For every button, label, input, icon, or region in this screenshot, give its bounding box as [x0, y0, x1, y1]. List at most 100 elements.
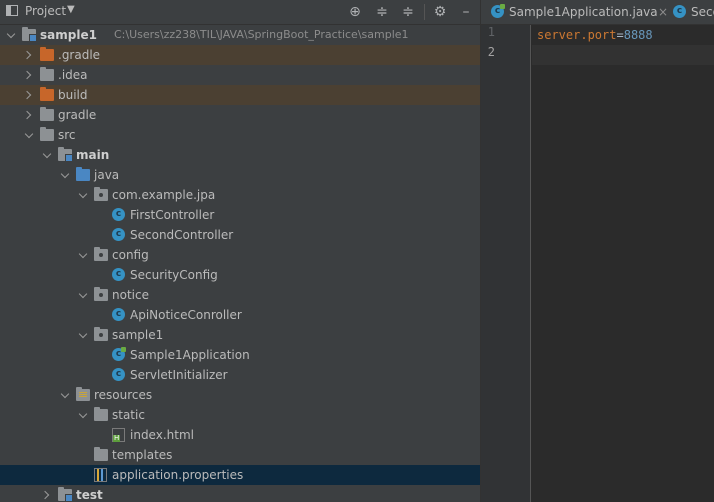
tree-item-label: main	[76, 148, 110, 162]
project-path: C:\Users\zz238\TIL\JAVA\SpringBoot_Pract…	[114, 28, 409, 41]
chevron-down-icon[interactable]	[24, 125, 36, 145]
tree-row[interactable]: java	[0, 165, 480, 185]
tree-row[interactable]: com.example.jpa	[0, 185, 480, 205]
tree-item-label: application.properties	[112, 468, 244, 482]
property-value: 8888	[623, 28, 653, 42]
close-icon[interactable]: ×	[658, 0, 668, 24]
tree-item-label: java	[94, 168, 120, 182]
hide-icon[interactable]: –	[457, 2, 475, 22]
chevron-down-icon[interactable]	[78, 185, 90, 205]
tree-row[interactable]: c ApiNoticeConroller	[0, 305, 480, 325]
module-folder-icon	[58, 487, 73, 502]
folder-icon	[40, 107, 54, 121]
code-line[interactable]: server.port=8888	[537, 25, 653, 45]
project-tree: sample1 C:\Users\zz238\TIL\JAVA\SpringBoo…	[0, 25, 480, 502]
folder-icon	[94, 407, 108, 421]
spring-boot-class-icon: c	[112, 347, 126, 361]
folder-icon	[40, 67, 54, 81]
tree-row[interactable]: resources	[0, 385, 480, 405]
chevron-down-icon[interactable]	[60, 165, 72, 185]
gear-icon[interactable]: ⚙	[431, 2, 449, 22]
class-icon: c	[673, 5, 686, 18]
locate-icon[interactable]: ⊕	[346, 2, 364, 22]
chevron-right-icon[interactable]	[24, 85, 36, 105]
tree-item-label: SecurityConfig	[130, 268, 218, 282]
tree-row[interactable]: .gradle	[0, 45, 480, 65]
tree-item-label: config	[112, 248, 149, 262]
code-editor[interactable]: server.port=8888	[532, 25, 714, 502]
toolbar-divider	[424, 4, 425, 20]
tree-row[interactable]: c Sample1Application	[0, 345, 480, 365]
tree-row[interactable]: templates	[0, 445, 480, 465]
tree-row[interactable]: static	[0, 405, 480, 425]
tree-row[interactable]: application.properties	[0, 465, 480, 485]
chevron-right-icon[interactable]	[24, 105, 36, 125]
tree-row[interactable]: .idea	[0, 65, 480, 85]
html-file-icon	[112, 428, 125, 442]
chevron-down-icon[interactable]	[78, 285, 90, 305]
chevron-down-icon[interactable]	[60, 385, 72, 405]
tree-row[interactable]: index.html	[0, 425, 480, 445]
tree-row[interactable]: c SecondController	[0, 225, 480, 245]
tree-item-label: ServletInitializer	[130, 368, 228, 382]
tree-item-label: notice	[112, 288, 149, 302]
class-icon: c	[112, 208, 125, 221]
tree-row[interactable]: test	[0, 485, 480, 502]
chevron-right-icon[interactable]	[24, 45, 36, 65]
chevron-down-icon[interactable]	[78, 325, 90, 345]
folder-icon	[40, 127, 54, 141]
tree-row[interactable]: build	[0, 85, 480, 105]
expand-all-icon[interactable]: ≑	[373, 2, 391, 22]
tree-row[interactable]: c SecurityConfig	[0, 265, 480, 285]
line-number: 2	[487, 45, 495, 59]
tree-item-label: ApiNoticeConroller	[130, 308, 242, 322]
tree-item-label: build	[58, 88, 88, 102]
line-number-gutter: 1 2	[481, 25, 531, 502]
tree-row[interactable]: src	[0, 125, 480, 145]
chevron-down-icon[interactable]	[6, 25, 18, 45]
tree-row[interactable]: c ServletInitializer	[0, 365, 480, 385]
tree-row[interactable]: sample1	[0, 325, 480, 345]
project-view-selector[interactable]: Project	[25, 4, 66, 18]
tree-row[interactable]: config	[0, 245, 480, 265]
editor-tab-bar: c Sample1Application.java × c Seco	[481, 0, 714, 25]
spring-boot-class-icon: c	[491, 4, 505, 18]
editor-area: c Sample1Application.java × c Seco 1 2 s…	[480, 0, 714, 502]
package-icon	[94, 327, 108, 341]
package-icon	[94, 187, 108, 201]
chevron-down-icon[interactable]: ▼	[67, 4, 75, 15]
tree-row[interactable]: notice	[0, 285, 480, 305]
module-folder-icon	[22, 27, 37, 42]
property-key: server.port	[537, 28, 617, 42]
tree-item-label: gradle	[58, 108, 97, 122]
project-panel-icon	[6, 5, 18, 16]
module-folder-icon	[58, 147, 73, 162]
tree-item-label: FirstController	[130, 208, 215, 222]
tree-item-label: static	[112, 408, 145, 422]
class-icon: c	[112, 308, 125, 321]
resources-folder-icon	[76, 387, 90, 401]
tree-item-label: .idea	[58, 68, 88, 82]
chevron-down-icon[interactable]	[78, 405, 90, 425]
line-number: 1	[487, 25, 495, 39]
tree-item-label: sample1	[40, 28, 97, 42]
chevron-right-icon[interactable]	[42, 485, 54, 502]
project-panel: Project ▼ ⊕ ≑ ≑ ⚙ – sample1 C:\Users\zz23…	[0, 0, 480, 502]
properties-file-icon	[94, 468, 107, 482]
folder-excluded-icon	[40, 87, 54, 101]
tree-item-label: SecondController	[130, 228, 234, 242]
tree-item-label: index.html	[130, 428, 194, 442]
tree-item-label: resources	[94, 388, 153, 402]
chevron-down-icon[interactable]	[78, 245, 90, 265]
project-toolbar: Project ▼ ⊕ ≑ ≑ ⚙ –	[0, 0, 480, 25]
chevron-down-icon[interactable]	[42, 145, 54, 165]
collapse-all-icon[interactable]: ≑	[399, 2, 417, 22]
current-line-highlight	[532, 45, 714, 65]
tree-row[interactable]: c FirstController	[0, 205, 480, 225]
class-icon: c	[112, 228, 125, 241]
tree-row[interactable]: gradle	[0, 105, 480, 125]
tree-row[interactable]: sample1 C:\Users\zz238\TIL\JAVA\SpringBoo…	[0, 25, 480, 45]
class-icon: c	[112, 268, 125, 281]
chevron-right-icon[interactable]	[24, 65, 36, 85]
tree-row[interactable]: main	[0, 145, 480, 165]
